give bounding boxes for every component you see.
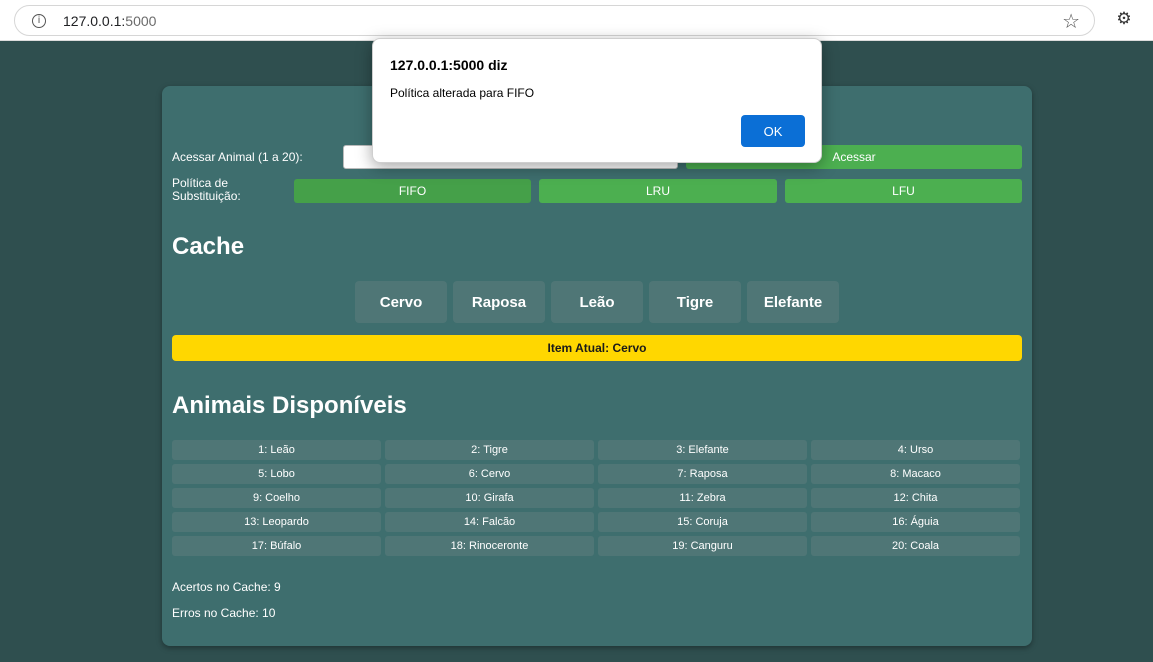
cache-item: Tigre <box>649 281 741 323</box>
bookmark-star-icon[interactable]: ☆ <box>1062 9 1080 33</box>
animal-item: 16: Águia <box>811 512 1020 532</box>
info-icon[interactable]: i <box>32 14 46 28</box>
extensions-icon[interactable]: ⚙ <box>1114 9 1134 29</box>
alert-dialog: 127.0.0.1:5000 diz Política alterada par… <box>372 38 822 163</box>
lfu-button[interactable]: LFU <box>785 179 1022 203</box>
cache-misses: Erros no Cache: 10 <box>172 606 276 620</box>
cache-item: Leão <box>551 281 643 323</box>
policy-label: Política de Substituição: <box>172 176 241 203</box>
cache-heading: Cache <box>172 233 245 260</box>
cache-item: Raposa <box>453 281 545 323</box>
animal-item: 3: Elefante <box>598 440 807 460</box>
animal-item: 7: Raposa <box>598 464 807 484</box>
cache-hits: Acertos no Cache: 9 <box>172 580 281 594</box>
animal-item: 11: Zebra <box>598 488 807 508</box>
cache-item: Elefante <box>747 281 839 323</box>
animal-item: 12: Chita <box>811 488 1020 508</box>
animal-item: 19: Canguru <box>598 536 807 556</box>
animal-item: 4: Urso <box>811 440 1020 460</box>
dialog-title: 127.0.0.1:5000 diz <box>390 57 508 73</box>
access-label: Acessar Animal (1 a 20): <box>172 150 303 164</box>
fifo-button[interactable]: FIFO <box>294 179 531 203</box>
animal-item: 18: Rinoceronte <box>385 536 594 556</box>
animal-item: 13: Leopardo <box>172 512 381 532</box>
dialog-message: Política alterada para FIFO <box>390 86 535 100</box>
address-bar[interactable]: i 127.0.0.1:5000 ☆ <box>14 5 1095 36</box>
animal-item: 17: Búfalo <box>172 536 381 556</box>
animals-heading: Animais Disponíveis <box>172 392 407 419</box>
cache-items: Cervo Raposa Leão Tigre Elefante <box>355 281 839 323</box>
animal-item: 8: Macaco <box>811 464 1020 484</box>
animal-item: 15: Coruja <box>598 512 807 532</box>
animal-item: 20: Coala <box>811 536 1020 556</box>
animal-item: 9: Coelho <box>172 488 381 508</box>
ok-button[interactable]: OK <box>741 115 805 147</box>
animal-item: 2: Tigre <box>385 440 594 460</box>
url-text: 127.0.0.1:5000 <box>63 13 157 29</box>
main-panel: Acessar Animal (1 a 20): Acessar Polític… <box>162 86 1032 646</box>
current-item-bar: Item Atual: Cervo <box>172 335 1022 361</box>
animal-item: 1: Leão <box>172 440 381 460</box>
cache-item: Cervo <box>355 281 447 323</box>
animal-item: 14: Falcão <box>385 512 594 532</box>
lru-button[interactable]: LRU <box>539 179 777 203</box>
animal-item: 10: Girafa <box>385 488 594 508</box>
animal-item: 5: Lobo <box>172 464 381 484</box>
animal-item: 6: Cervo <box>385 464 594 484</box>
animals-grid: 1: Leão 2: Tigre 3: Elefante 4: Urso 5: … <box>172 440 1022 556</box>
browser-toolbar: i 127.0.0.1:5000 ☆ ⚙ <box>0 0 1153 41</box>
